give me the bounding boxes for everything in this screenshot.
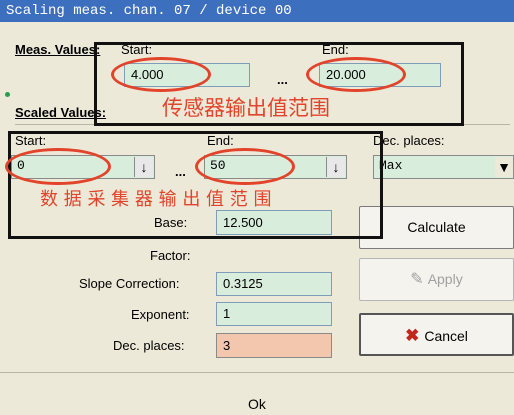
dec-places-param-label: Dec. places: bbox=[113, 338, 185, 353]
close-x-icon: ✖ bbox=[405, 326, 420, 345]
dec-places-label: Dec. places: bbox=[373, 133, 445, 148]
ok-button[interactable]: Ok bbox=[0, 394, 514, 415]
annotation-sensor-output-range: 传感器输出值范围 bbox=[162, 96, 330, 120]
cancel-button[interactable]: ✖ Cancel bbox=[359, 313, 514, 356]
highlight-ellipse-meas-start bbox=[111, 57, 211, 92]
slope-correction-field[interactable]: 0.3125 bbox=[216, 272, 332, 296]
apply-label: Apply bbox=[427, 271, 463, 287]
pencil-icon: ✎ bbox=[410, 271, 424, 288]
meas-values-heading: Meas. Values: bbox=[15, 42, 101, 57]
scaled-values-heading: Scaled Values: bbox=[15, 105, 107, 120]
window-title: Scaling meas. chan. 07 / device 00 bbox=[0, 0, 514, 22]
dec-places-select[interactable]: Max ▼ bbox=[373, 155, 514, 179]
dropdown-triangle-icon[interactable]: ▼ bbox=[495, 157, 513, 177]
highlight-ellipse-scaled-start bbox=[5, 148, 111, 185]
calculate-label: Calculate bbox=[407, 219, 466, 235]
annotation-logger-output-range: 数 据 采 集 器 输 出 值 范 围 bbox=[40, 189, 272, 210]
apply-button[interactable]: ✎ Apply bbox=[359, 258, 514, 301]
factor-label: Factor: bbox=[150, 248, 191, 263]
bullet-dot bbox=[5, 92, 10, 97]
cancel-label: Cancel bbox=[424, 328, 468, 344]
separator-bottom bbox=[0, 372, 514, 373]
highlight-ellipse-scaled-end bbox=[195, 148, 295, 185]
slope-correction-label: Slope Correction: bbox=[79, 276, 180, 291]
exponent-label: Exponent: bbox=[131, 307, 190, 322]
exponent-field[interactable]: 1 bbox=[216, 302, 332, 326]
dec-places-param-field[interactable]: 3 bbox=[216, 333, 332, 358]
ok-label: Ok bbox=[248, 396, 266, 412]
highlight-ellipse-meas-end bbox=[306, 57, 406, 92]
